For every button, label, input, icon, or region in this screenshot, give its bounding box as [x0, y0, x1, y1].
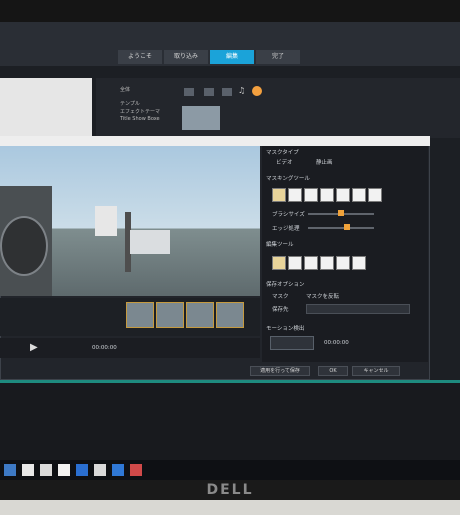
- dialog-titlebar: [0, 136, 430, 146]
- tab-welcome[interactable]: ようこそ: [118, 50, 162, 64]
- brush-size-label: ブラシサイズ: [272, 212, 305, 218]
- ok-button[interactable]: OK: [318, 366, 348, 376]
- timeline-thumb[interactable]: [186, 302, 214, 328]
- taskbar-app-icon[interactable]: [58, 464, 70, 476]
- tool-slot-icon[interactable]: [368, 188, 382, 202]
- cancel-button[interactable]: キャンセル: [352, 366, 400, 376]
- accent-line: [0, 380, 460, 383]
- tab-edit[interactable]: 編集: [210, 50, 254, 64]
- mask-type-label: マスクタイプ: [266, 150, 299, 156]
- save-invert-radio[interactable]: マスクを反転: [306, 292, 339, 300]
- background-preview: [0, 78, 92, 138]
- brand-logo: DELL: [206, 482, 254, 498]
- taskbar-app-icon[interactable]: [94, 464, 106, 476]
- tool-slot-icon[interactable]: [304, 256, 318, 270]
- panel-label-template: テンプル: [120, 101, 140, 107]
- save-option-label: 保存オプション: [266, 282, 305, 288]
- motion-timecode: 00:00:00: [324, 340, 349, 346]
- timeline-thumb[interactable]: [216, 302, 244, 328]
- motion-detect-label: モーション検出: [266, 326, 305, 332]
- taskbar-app-icon[interactable]: [40, 464, 52, 476]
- desk: [0, 500, 460, 515]
- tool-slot-icon[interactable]: [288, 188, 302, 202]
- folder-icon[interactable]: [184, 88, 194, 96]
- tool-slot-icon[interactable]: [320, 256, 334, 270]
- transport-bar: [0, 338, 260, 358]
- play-icon[interactable]: ▶: [30, 342, 38, 353]
- tool-slot-icon[interactable]: [320, 188, 334, 202]
- timecode-left: 00:00:00: [92, 345, 117, 351]
- taskbar-app-icon[interactable]: [22, 464, 34, 476]
- taskbar-app-icon[interactable]: [130, 464, 142, 476]
- mask-type-still-radio[interactable]: 静止画: [316, 158, 333, 166]
- tool-slot-icon[interactable]: [352, 256, 366, 270]
- timeline-thumb[interactable]: [156, 302, 184, 328]
- tab-finish[interactable]: 完了: [256, 50, 300, 64]
- masking-tool-label: マスキングツール: [266, 176, 310, 182]
- photo-icon[interactable]: [222, 88, 232, 96]
- save-mask-radio[interactable]: マスク: [272, 292, 289, 300]
- media-icon[interactable]: [204, 88, 214, 96]
- panel-label-all: 全体: [120, 87, 131, 93]
- bus-graphic: [130, 230, 170, 254]
- tool-slot-icon[interactable]: [304, 188, 318, 202]
- apply-save-button[interactable]: 適用を行って保存: [250, 366, 310, 376]
- timeline-thumb[interactable]: [126, 302, 154, 328]
- music-icon[interactable]: ♫: [238, 86, 245, 95]
- start-icon[interactable]: [4, 464, 16, 476]
- edit-tool-icon[interactable]: [272, 256, 286, 270]
- tool-slot-icon[interactable]: [336, 188, 350, 202]
- taskbar-app-icon[interactable]: [76, 464, 88, 476]
- save-location-label: 保存先: [272, 307, 289, 313]
- edge-smooth-handle[interactable]: [344, 224, 350, 230]
- edit-tool-label: 編集ツール: [266, 242, 294, 248]
- clip-thumbnail[interactable]: [182, 106, 220, 130]
- mask-type-video-radio[interactable]: ビデオ: [276, 158, 293, 166]
- lower-workspace: [0, 380, 460, 460]
- video-preview[interactable]: [0, 146, 260, 296]
- tool-slot-icon[interactable]: [336, 256, 350, 270]
- mirror-graphic: [0, 216, 48, 276]
- effect-icon[interactable]: [252, 86, 262, 96]
- panel-label-effect: エフェクトテーマ: [120, 109, 161, 115]
- tool-slot-icon[interactable]: [352, 188, 366, 202]
- edge-smooth-slider[interactable]: [308, 227, 374, 229]
- save-location-field[interactable]: [306, 304, 410, 314]
- tab-import[interactable]: 取り込み: [164, 50, 208, 64]
- brush-size-handle[interactable]: [338, 210, 344, 216]
- motion-buttons[interactable]: [270, 336, 314, 350]
- sign-graphic: [95, 206, 117, 236]
- brush-tool-icon[interactable]: [272, 188, 286, 202]
- taskbar-app-icon[interactable]: [112, 464, 124, 476]
- edge-smooth-label: エッジ処理: [272, 226, 300, 232]
- panel-label-title: Title Show Boxe: [120, 116, 160, 122]
- tool-slot-icon[interactable]: [288, 256, 302, 270]
